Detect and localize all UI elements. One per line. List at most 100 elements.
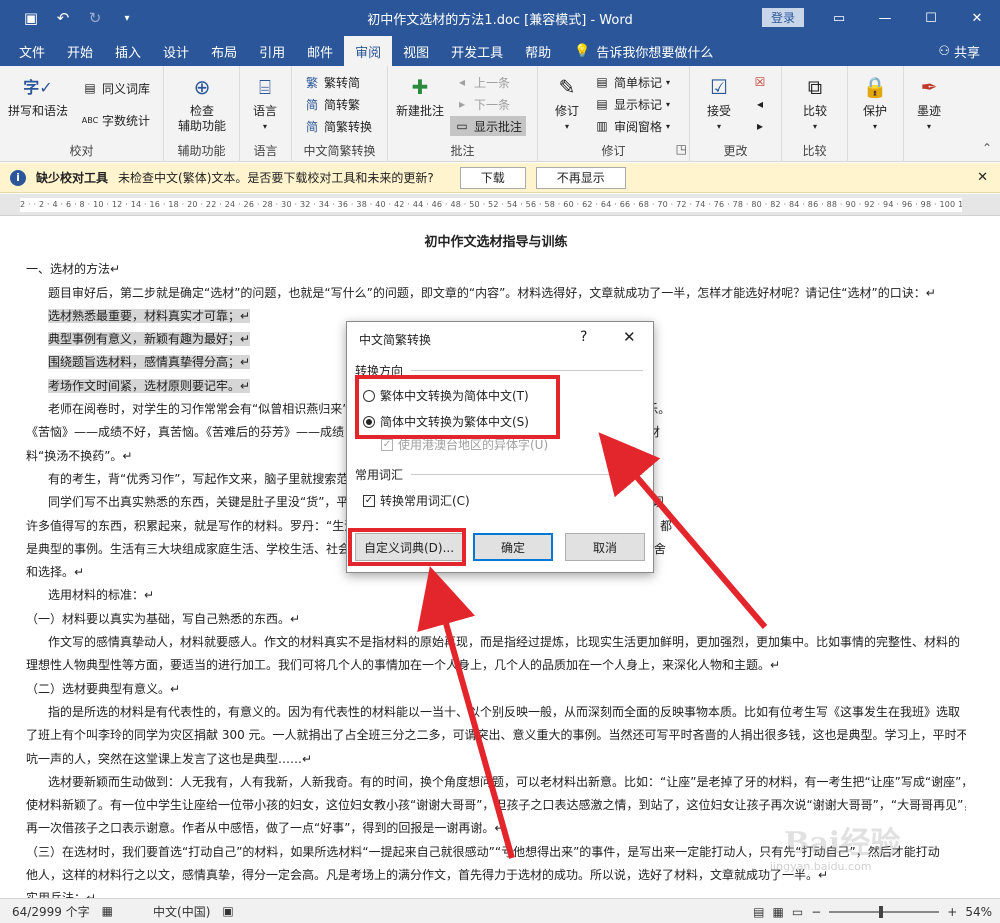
tab-file[interactable]: 文件 [8, 36, 56, 66]
paragraph-text: 指的是所选的材料是有代表性的，有意义的。因为有代表性的材料能以一当十、以个别反映… [48, 704, 961, 719]
highlight-box-radio-options [355, 375, 560, 439]
paragraph[interactable]: 使材料新颖了。有一位中学生让座给一位带小孩的妇女，这位妇女教小孩“谢谢大哥哥”，… [26, 794, 966, 817]
paragraph-text: 选材要新颖而生动做到：人无我有，人有我新，人新我奇。有的时间，换个角度想问题，可… [48, 774, 966, 789]
paragraph[interactable]: （二）选材要典型有意义。↵ [26, 678, 966, 701]
paragraph[interactable]: 指的是所选的材料是有代表性的，有意义的。因为有代表性的材料能以一当十、以个别反映… [26, 701, 966, 724]
spelling-grammar-button[interactable]: 字✓ 拼写和语法 [8, 72, 68, 119]
checkbox[interactable]: ✓ [363, 494, 375, 507]
save-icon[interactable]: ▣ [22, 9, 40, 27]
customize-icon[interactable]: ▾ [118, 9, 136, 27]
web-layout-icon[interactable]: ▭ [792, 905, 803, 919]
tab-mailings[interactable]: 邮件 [296, 36, 344, 66]
maximize-icon[interactable]: ☐ [908, 0, 954, 36]
to-traditional-button[interactable]: 简 简转繁 [304, 94, 360, 114]
review-pane-button[interactable]: ▥ 审阅窗格 ▾ [594, 116, 670, 136]
show-comments-button[interactable]: ▭ 显示批注 [450, 116, 527, 136]
redo-icon[interactable]: ↻ [86, 9, 104, 27]
ribbon-tabs: 文件 开始 插入 设计 布局 引用 邮件 审阅 视图 开发工具 帮助 💡 告诉我… [0, 36, 1000, 66]
paragraph[interactable]: 一、选材的方法↵ [26, 258, 966, 281]
tab-view[interactable]: 视图 [392, 36, 440, 66]
paragraph[interactable]: 题目审好后，第二步就是确定“选材”的问题，也就是“写什么”的问题，即文章的“内容… [26, 282, 966, 305]
dont-show-again-button[interactable]: 不再显示 [535, 166, 626, 189]
group-tracking: ✎ 修订 ▾ ▤ 简单标记 ▾ ▤ 显示标记 ▾ ▥ 审阅窗格 ▾ 修订 ◳ [538, 66, 690, 162]
show-comments-icon: ▭ [456, 119, 468, 133]
tab-home[interactable]: 开始 [56, 36, 104, 66]
compare-button[interactable]: ⧉ 比较 ▾ [800, 72, 830, 134]
new-comment-button[interactable]: ✚ 新建批注 [396, 72, 444, 119]
paragraph[interactable]: 了班上有个叫李玲的同学为灾区捐献 300 元。一人就捐出了占全班三分之二多，可谓… [26, 724, 966, 747]
tab-design[interactable]: 设计 [152, 36, 200, 66]
share-button[interactable]: ⚇ 共享 [938, 36, 980, 66]
tab-insert[interactable]: 插入 [104, 36, 152, 66]
ok-button[interactable]: 确定 [473, 533, 553, 561]
word-count-status[interactable]: 64/2999 个字 [12, 903, 90, 920]
pen-icon: ✒ [920, 74, 938, 99]
next-change-button[interactable]: ▸ [752, 116, 768, 136]
tell-me-box[interactable]: 💡 告诉我你想要做什么 [562, 36, 713, 66]
paragraph[interactable]: 选材要新颖而生动做到：人无我有，人有我新，人新我奇。有的时间，换个角度想问题，可… [26, 771, 966, 794]
markup-icon: ▤ [596, 75, 608, 89]
track-changes-button[interactable]: ✎ 修订 ▾ [552, 72, 582, 134]
tab-help[interactable]: 帮助 [514, 36, 562, 66]
tab-references[interactable]: 引用 [248, 36, 296, 66]
word-count-button[interactable]: ABC 字数统计 [82, 110, 150, 130]
paragraph-text: 了班上有个叫李玲的同学为灾区捐献 300 元。一人就捐出了占全班三分之二多，可谓… [26, 728, 966, 743]
paragraph-text: 料“换汤不换药”。↵ [26, 448, 133, 463]
close-icon[interactable]: ✕ [954, 0, 1000, 36]
paragraph[interactable]: （一）材料要以真实为基础，写自己熟悉的东西。↵ [26, 608, 966, 631]
close-icon[interactable]: ✕ [623, 328, 636, 346]
message-title: 缺少校对工具 [36, 171, 109, 185]
group-language: ⌸ 语言 ▾ 语言 [240, 66, 292, 162]
paragraph[interactable]: 实用兵法：↵ [26, 887, 966, 898]
thesaurus-button[interactable]: ▤ 同义词库 [82, 78, 150, 98]
undo-icon[interactable]: ↶ [54, 9, 72, 27]
tab-developer[interactable]: 开发工具 [440, 36, 514, 66]
ink-button[interactable]: ✒ 墨迹 ▾ [914, 72, 944, 134]
help-icon[interactable]: ? [580, 329, 587, 345]
zoom-in-icon[interactable]: + [947, 905, 957, 919]
paragraph[interactable]: 吭一声的人，突然在这堂课上发言了这也是典型……↵ [26, 748, 966, 771]
ribbon-display-icon[interactable]: ▭ [816, 0, 862, 36]
show-markup-button[interactable]: ▤ 显示标记 ▾ [594, 94, 670, 114]
zoom-slider[interactable] [829, 905, 940, 918]
protect-button[interactable]: 🔒 保护 ▾ [860, 72, 890, 134]
paragraph[interactable]: 选用材料的标准：↵ [26, 584, 966, 607]
tab-layout[interactable]: 布局 [200, 36, 248, 66]
dialog-launcher-icon[interactable]: ◳ [676, 142, 687, 156]
checkbox-convert-common[interactable]: ✓ 转换常用词汇(C) [363, 492, 470, 509]
chinese-conversion-button[interactable]: 简 简繁转换 [304, 116, 372, 136]
cancel-button[interactable]: 取消 [565, 533, 645, 561]
group-label-proofing: 校对 [69, 144, 94, 158]
language-button[interactable]: ⌸ 语言 ▾ [250, 72, 280, 134]
previous-change-button[interactable]: ◂ [752, 94, 768, 114]
checkbox[interactable]: ✓ [381, 438, 393, 451]
previous-comment-button[interactable]: ◂ 上一条 [454, 72, 510, 92]
login-button[interactable]: 登录 [762, 8, 804, 27]
macro-icon[interactable]: ▣ [222, 904, 233, 918]
minimize-icon[interactable]: — [862, 0, 908, 36]
collapse-ribbon-icon[interactable]: ⌃ [982, 141, 992, 155]
download-button[interactable]: 下载 [459, 166, 526, 189]
group-proofing: 字✓ 拼写和语法 ▤ 同义词库 ABC 字数统计 校对 [0, 66, 164, 162]
language-status[interactable]: 中文(中国) [153, 903, 210, 920]
print-layout-icon[interactable]: ▦ [773, 905, 784, 919]
close-icon[interactable]: ✕ [977, 170, 988, 185]
paragraph[interactable]: 理想性人物典型性等方面，要适当的进行加工。我们可将几个人的事情加在一个人身上，几… [26, 654, 966, 677]
simple-markup-dropdown[interactable]: ▤ 简单标记 ▾ [594, 72, 670, 92]
check-accessibility-button[interactable]: ⊕ 检查 辅助功能 [172, 72, 232, 134]
read-mode-icon[interactable]: ▤ [753, 905, 764, 919]
zoom-slider-knob[interactable] [879, 905, 884, 918]
accept-button[interactable]: ☑ 接受 ▾ [704, 72, 734, 134]
simp-icon: 繁 [305, 75, 318, 90]
to-simplified-button[interactable]: 繁 繁转简 [304, 72, 360, 92]
spellcheck-icon: 字✓ [23, 77, 53, 97]
paragraph[interactable]: 作文写的感情真挚动人，材料就要感人。作文的材料真实不是指材料的原始再现，而是指经… [26, 631, 966, 654]
zoom-out-icon[interactable]: − [811, 905, 821, 919]
tab-review[interactable]: 审阅 [344, 36, 393, 66]
proofing-status-icon[interactable]: ▦ [102, 904, 113, 918]
horizontal-ruler[interactable]: 2 · · 2 · 4 · 6 · 8 · 10 · 12 · 14 · 16 … [0, 194, 1000, 216]
zoom-level[interactable]: 54% [965, 905, 992, 919]
reject-icon: ☒ [754, 75, 766, 89]
next-comment-button[interactable]: ▸ 下一条 [454, 94, 510, 114]
reject-button[interactable]: ☒ [752, 72, 768, 92]
